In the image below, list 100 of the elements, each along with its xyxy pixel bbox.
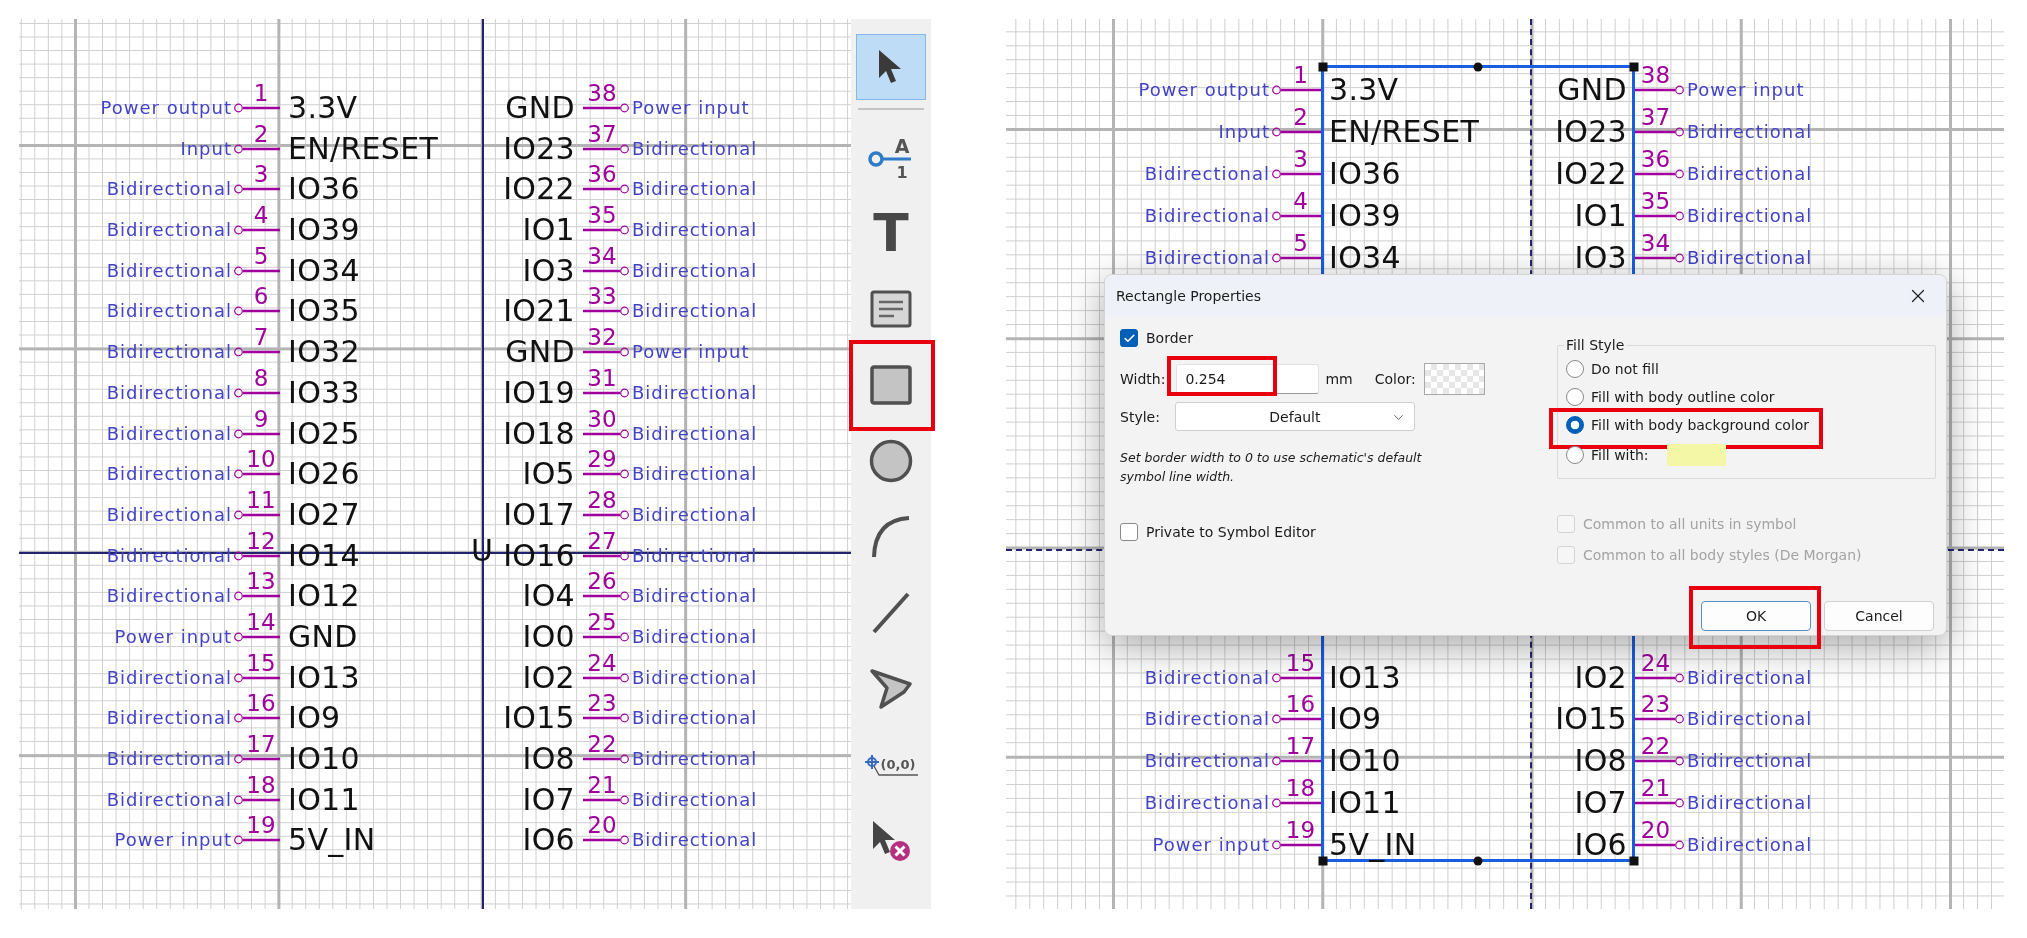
checkbox[interactable] (1120, 523, 1138, 541)
pin-number: 16 (1285, 694, 1316, 715)
pin-line (234, 591, 280, 602)
pin-type-label: Bidirectional (1144, 162, 1271, 185)
pin-name: IO6 (521, 826, 576, 855)
pin-number: 9 (253, 408, 269, 429)
resize-handle[interactable] (1318, 856, 1327, 865)
pin-type-label: Bidirectional (631, 585, 758, 608)
pin-number: 3 (253, 164, 269, 185)
resize-handle[interactable] (1473, 856, 1483, 865)
pin-line (1272, 840, 1321, 851)
pin-name: IO22 (1554, 159, 1628, 188)
pin-number: 36 (587, 164, 617, 185)
pin-line (1272, 168, 1321, 179)
pin-number: 25 (587, 611, 617, 632)
pin-type-label: Input (180, 137, 233, 160)
cancel-button[interactable]: Cancel (1824, 601, 1934, 631)
pin-name: IO7 (521, 785, 576, 814)
checkbox[interactable] (1120, 329, 1138, 347)
delete-cursor-icon (870, 819, 912, 863)
resize-handle[interactable] (1318, 62, 1327, 71)
pin-name: 5V_IN (1328, 831, 1418, 860)
pin-name: IO8 (1573, 747, 1628, 776)
color-swatch[interactable] (1666, 443, 1726, 466)
pin-number: 21 (1640, 778, 1671, 799)
pin-type-label: Bidirectional (1686, 120, 1813, 143)
pin-type-label: Bidirectional (631, 666, 758, 689)
pin-line (583, 428, 629, 439)
pin-name: IO12 (287, 582, 361, 611)
pin-line (583, 184, 629, 195)
pin-line (583, 672, 629, 683)
pin-type-label: Input (1218, 120, 1271, 143)
pin-line (234, 184, 280, 195)
pin-type-label: Bidirectional (631, 707, 758, 730)
pin-name: IO2 (521, 663, 576, 692)
pin-number: 33 (587, 286, 617, 307)
ok-button[interactable]: OK (1701, 601, 1811, 631)
pin-name: IO1 (1573, 201, 1628, 230)
pin-number: 12 (246, 530, 276, 551)
circle-icon (869, 439, 913, 483)
resize-handle[interactable] (1473, 62, 1483, 71)
pin-type-label: Power input (631, 97, 750, 119)
pin-number: 37 (1640, 106, 1671, 127)
pin-type-label: Power output (1138, 79, 1271, 101)
pin-type-label: Bidirectional (106, 178, 233, 201)
pin-number: 6 (253, 286, 269, 307)
pin-name: IO23 (1554, 117, 1628, 146)
pin-tool-button[interactable]: A 1 (856, 124, 926, 190)
pin-name: IO6 (1573, 831, 1628, 860)
pin-name: IO18 (502, 419, 576, 448)
pin-number: 15 (1285, 652, 1316, 673)
pin-number: 18 (1285, 778, 1316, 799)
pin-line (583, 631, 629, 642)
window-title: Rectangle Properties (1116, 288, 1261, 304)
pin-type-label: Power input (114, 829, 233, 852)
pin-line (234, 387, 280, 398)
pin-type-label: Bidirectional (106, 748, 233, 770)
pin-line (234, 306, 280, 317)
pin-name: GND (504, 94, 576, 122)
pin-name: IO36 (1328, 159, 1402, 188)
pin-name: IO9 (1328, 705, 1383, 734)
pin-line (1272, 756, 1321, 767)
pin-number: 2 (253, 123, 269, 144)
pin-type-label: Bidirectional (631, 178, 758, 201)
pin-name: IO21 (502, 297, 576, 326)
radio-button[interactable] (1566, 388, 1584, 406)
pin-type-label: Bidirectional (106, 666, 233, 689)
pin-number: 21 (587, 774, 617, 795)
pin-name: IO10 (287, 745, 361, 773)
color-swatch[interactable] (1423, 363, 1485, 395)
anchor-tool-button[interactable]: (0,0) (856, 732, 926, 798)
pin-line (1635, 798, 1684, 809)
field-label: Color: (1374, 371, 1416, 387)
pin-type-label: Bidirectional (631, 381, 758, 404)
pin-type-label: Bidirectional (1144, 204, 1271, 227)
field-label: Width: (1120, 371, 1166, 387)
style-dropdown[interactable]: Default (1174, 402, 1415, 431)
radio-button[interactable] (1566, 360, 1584, 378)
select-tool-button[interactable] (856, 34, 926, 100)
pin-type-label: Bidirectional (106, 463, 233, 486)
pin-type-label: Bidirectional (1686, 204, 1813, 227)
resize-handle[interactable] (1629, 856, 1638, 865)
pin-number: 29 (587, 449, 617, 470)
pin-type-label: Bidirectional (1144, 792, 1271, 815)
radio-button[interactable] (1566, 416, 1584, 434)
pin-line (1272, 798, 1321, 809)
pin-line (1272, 714, 1321, 725)
pin-name: IO3 (1573, 243, 1628, 272)
pin-line (1635, 85, 1684, 95)
pin-type-label: Bidirectional (631, 300, 758, 323)
resize-handle[interactable] (1629, 62, 1638, 71)
pin-name: EN/RESET (287, 134, 440, 163)
pin-number: 34 (587, 245, 617, 266)
pin-type-label: Bidirectional (631, 788, 758, 811)
pin-name: 3.3V (1328, 76, 1400, 104)
pin-type-label: Bidirectional (631, 219, 758, 242)
pin-line (234, 835, 280, 846)
width-field[interactable]: 0.254 (1176, 364, 1320, 394)
pin-number: 4 (1293, 190, 1308, 211)
text-tool-button[interactable]: T (856, 200, 926, 266)
